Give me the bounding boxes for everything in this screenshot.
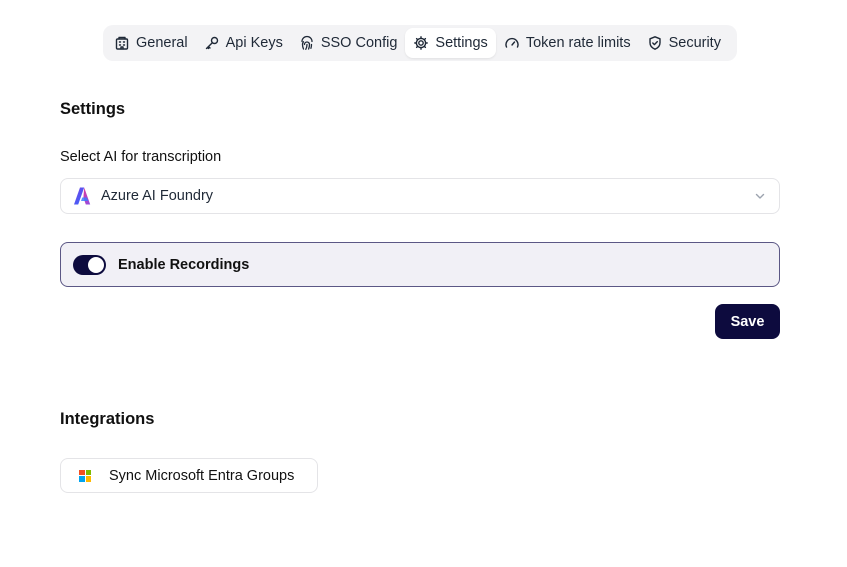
building-icon [115,36,129,50]
enable-recordings-toggle[interactable] [73,254,106,275]
save-button[interactable]: Save [715,304,780,339]
tab-token-rate-limits-label: Token rate limits [525,35,631,51]
enable-recordings-row: Enable Recordings [60,242,780,287]
tab-security-label: Security [668,35,721,51]
toggle-knob [88,256,104,273]
integrations-title: Integrations [60,410,155,428]
tab-bar: General Api Keys SSO Config Settings Tok… [103,25,737,61]
key-icon [205,36,218,50]
settings-title: Settings [60,100,126,118]
tab-sso-config-label: SSO Config [320,35,398,51]
tab-settings-label: Settings [435,35,488,51]
chevron-down-icon [755,193,765,199]
microsoft-logo-icon [79,469,91,482]
enable-recordings-label: Enable Recordings [118,256,250,273]
gauge-icon [505,37,519,48]
tab-api-keys-label: Api Keys [225,35,283,51]
sync-microsoft-entra-groups-label: Sync Microsoft Entra Groups [109,467,295,484]
gear-icon [414,36,429,50]
transcription-select[interactable]: Azure AI Foundry [60,178,780,214]
settings-page: General Api Keys SSO Config Settings Tok… [0,0,847,567]
tab-sso-config[interactable]: SSO Config [291,28,406,58]
tab-general[interactable]: General [106,28,196,58]
tab-security[interactable]: Security [639,28,729,58]
tab-general-label: General [136,35,188,51]
transcription-label: Select AI for transcription [60,149,222,165]
sync-microsoft-entra-groups-button[interactable]: Sync Microsoft Entra Groups [60,458,318,493]
tab-token-rate-limits[interactable]: Token rate limits [496,28,639,58]
shield-check-icon [648,36,661,50]
azure-ai-foundry-logo-icon [74,187,91,205]
fingerprint-icon [301,35,313,50]
tab-api-keys[interactable]: Api Keys [196,28,291,58]
tab-settings[interactable]: Settings [405,28,496,58]
transcription-select-value: Azure AI Foundry [101,188,214,204]
